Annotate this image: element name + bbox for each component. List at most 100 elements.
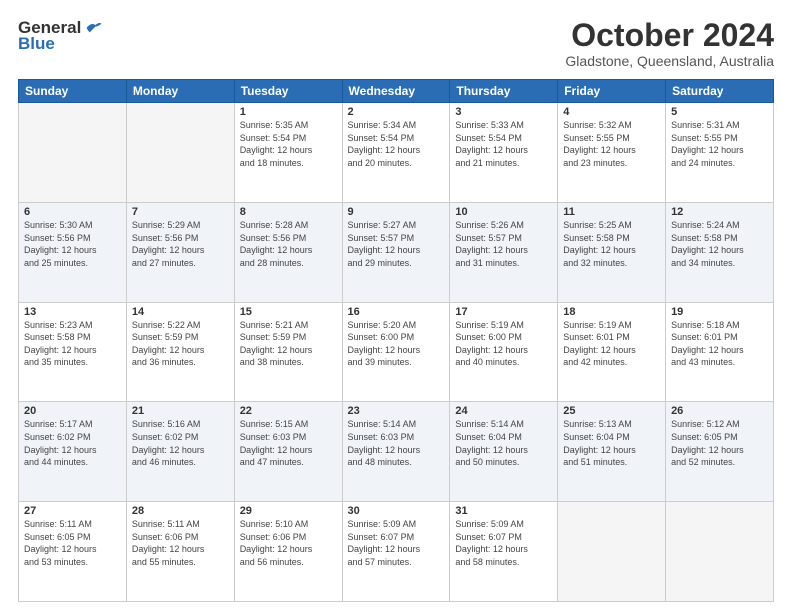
calendar-cell: 25Sunrise: 5:13 AM Sunset: 6:04 PM Dayli… <box>558 402 666 502</box>
day-number: 5 <box>671 106 768 118</box>
calendar-cell: 2Sunrise: 5:34 AM Sunset: 5:54 PM Daylig… <box>342 103 450 203</box>
calendar-cell: 4Sunrise: 5:32 AM Sunset: 5:55 PM Daylig… <box>558 103 666 203</box>
day-info: Sunrise: 5:35 AM Sunset: 5:54 PM Dayligh… <box>240 119 337 169</box>
day-number: 23 <box>348 405 445 417</box>
day-info: Sunrise: 5:33 AM Sunset: 5:54 PM Dayligh… <box>455 119 552 169</box>
calendar-cell: 19Sunrise: 5:18 AM Sunset: 6:01 PM Dayli… <box>666 302 774 402</box>
calendar-cell <box>126 103 234 203</box>
day-number: 7 <box>132 206 229 218</box>
calendar-cell: 13Sunrise: 5:23 AM Sunset: 5:58 PM Dayli… <box>19 302 127 402</box>
calendar-cell: 28Sunrise: 5:11 AM Sunset: 6:06 PM Dayli… <box>126 502 234 602</box>
calendar-cell: 27Sunrise: 5:11 AM Sunset: 6:05 PM Dayli… <box>19 502 127 602</box>
day-info: Sunrise: 5:12 AM Sunset: 6:05 PM Dayligh… <box>671 418 768 468</box>
calendar-cell: 29Sunrise: 5:10 AM Sunset: 6:06 PM Dayli… <box>234 502 342 602</box>
day-number: 29 <box>240 505 337 517</box>
day-number: 30 <box>348 505 445 517</box>
day-number: 16 <box>348 306 445 318</box>
location-title: Gladstone, Queensland, Australia <box>565 53 774 69</box>
day-info: Sunrise: 5:16 AM Sunset: 6:02 PM Dayligh… <box>132 418 229 468</box>
calendar-cell: 3Sunrise: 5:33 AM Sunset: 5:54 PM Daylig… <box>450 103 558 203</box>
calendar-cell: 18Sunrise: 5:19 AM Sunset: 6:01 PM Dayli… <box>558 302 666 402</box>
calendar-cell: 26Sunrise: 5:12 AM Sunset: 6:05 PM Dayli… <box>666 402 774 502</box>
weekday-header-sunday: Sunday <box>19 80 127 103</box>
page: General Blue October 2024 Gladstone, Que… <box>0 0 792 612</box>
logo-bird-icon <box>85 19 103 37</box>
calendar-cell <box>666 502 774 602</box>
day-number: 10 <box>455 206 552 218</box>
day-info: Sunrise: 5:17 AM Sunset: 6:02 PM Dayligh… <box>24 418 121 468</box>
calendar-cell: 21Sunrise: 5:16 AM Sunset: 6:02 PM Dayli… <box>126 402 234 502</box>
day-number: 12 <box>671 206 768 218</box>
day-info: Sunrise: 5:30 AM Sunset: 5:56 PM Dayligh… <box>24 219 121 269</box>
day-info: Sunrise: 5:14 AM Sunset: 6:03 PM Dayligh… <box>348 418 445 468</box>
day-info: Sunrise: 5:09 AM Sunset: 6:07 PM Dayligh… <box>455 518 552 568</box>
day-number: 25 <box>563 405 660 417</box>
logo: General Blue <box>18 18 103 54</box>
day-number: 26 <box>671 405 768 417</box>
day-info: Sunrise: 5:09 AM Sunset: 6:07 PM Dayligh… <box>348 518 445 568</box>
day-info: Sunrise: 5:23 AM Sunset: 5:58 PM Dayligh… <box>24 319 121 369</box>
calendar-cell: 7Sunrise: 5:29 AM Sunset: 5:56 PM Daylig… <box>126 202 234 302</box>
day-info: Sunrise: 5:15 AM Sunset: 6:03 PM Dayligh… <box>240 418 337 468</box>
day-number: 2 <box>348 106 445 118</box>
weekday-header-tuesday: Tuesday <box>234 80 342 103</box>
day-number: 4 <box>563 106 660 118</box>
day-info: Sunrise: 5:11 AM Sunset: 6:06 PM Dayligh… <box>132 518 229 568</box>
logo-blue: Blue <box>18 34 55 53</box>
calendar-cell: 6Sunrise: 5:30 AM Sunset: 5:56 PM Daylig… <box>19 202 127 302</box>
weekday-header-thursday: Thursday <box>450 80 558 103</box>
calendar-cell: 22Sunrise: 5:15 AM Sunset: 6:03 PM Dayli… <box>234 402 342 502</box>
calendar-cell: 16Sunrise: 5:20 AM Sunset: 6:00 PM Dayli… <box>342 302 450 402</box>
day-number: 20 <box>24 405 121 417</box>
day-number: 14 <box>132 306 229 318</box>
day-info: Sunrise: 5:13 AM Sunset: 6:04 PM Dayligh… <box>563 418 660 468</box>
day-info: Sunrise: 5:10 AM Sunset: 6:06 PM Dayligh… <box>240 518 337 568</box>
header: General Blue October 2024 Gladstone, Que… <box>18 18 774 69</box>
day-info: Sunrise: 5:14 AM Sunset: 6:04 PM Dayligh… <box>455 418 552 468</box>
weekday-header-saturday: Saturday <box>666 80 774 103</box>
day-info: Sunrise: 5:19 AM Sunset: 6:01 PM Dayligh… <box>563 319 660 369</box>
day-info: Sunrise: 5:18 AM Sunset: 6:01 PM Dayligh… <box>671 319 768 369</box>
calendar-cell: 12Sunrise: 5:24 AM Sunset: 5:58 PM Dayli… <box>666 202 774 302</box>
day-info: Sunrise: 5:32 AM Sunset: 5:55 PM Dayligh… <box>563 119 660 169</box>
day-info: Sunrise: 5:20 AM Sunset: 6:00 PM Dayligh… <box>348 319 445 369</box>
day-number: 27 <box>24 505 121 517</box>
day-number: 18 <box>563 306 660 318</box>
day-info: Sunrise: 5:34 AM Sunset: 5:54 PM Dayligh… <box>348 119 445 169</box>
day-info: Sunrise: 5:22 AM Sunset: 5:59 PM Dayligh… <box>132 319 229 369</box>
calendar-cell: 31Sunrise: 5:09 AM Sunset: 6:07 PM Dayli… <box>450 502 558 602</box>
day-number: 24 <box>455 405 552 417</box>
calendar-cell: 5Sunrise: 5:31 AM Sunset: 5:55 PM Daylig… <box>666 103 774 203</box>
day-info: Sunrise: 5:11 AM Sunset: 6:05 PM Dayligh… <box>24 518 121 568</box>
calendar-cell: 23Sunrise: 5:14 AM Sunset: 6:03 PM Dayli… <box>342 402 450 502</box>
day-number: 21 <box>132 405 229 417</box>
day-number: 22 <box>240 405 337 417</box>
day-info: Sunrise: 5:31 AM Sunset: 5:55 PM Dayligh… <box>671 119 768 169</box>
day-number: 17 <box>455 306 552 318</box>
weekday-header-wednesday: Wednesday <box>342 80 450 103</box>
day-info: Sunrise: 5:21 AM Sunset: 5:59 PM Dayligh… <box>240 319 337 369</box>
day-number: 28 <box>132 505 229 517</box>
calendar-cell: 8Sunrise: 5:28 AM Sunset: 5:56 PM Daylig… <box>234 202 342 302</box>
day-number: 19 <box>671 306 768 318</box>
calendar-cell: 17Sunrise: 5:19 AM Sunset: 6:00 PM Dayli… <box>450 302 558 402</box>
day-number: 31 <box>455 505 552 517</box>
calendar-cell: 1Sunrise: 5:35 AM Sunset: 5:54 PM Daylig… <box>234 103 342 203</box>
calendar-cell: 20Sunrise: 5:17 AM Sunset: 6:02 PM Dayli… <box>19 402 127 502</box>
day-info: Sunrise: 5:27 AM Sunset: 5:57 PM Dayligh… <box>348 219 445 269</box>
day-number: 1 <box>240 106 337 118</box>
calendar-cell <box>19 103 127 203</box>
day-number: 9 <box>348 206 445 218</box>
logo-blue-text: Blue <box>18 34 55 54</box>
day-info: Sunrise: 5:25 AM Sunset: 5:58 PM Dayligh… <box>563 219 660 269</box>
day-number: 13 <box>24 306 121 318</box>
day-number: 3 <box>455 106 552 118</box>
calendar-table: SundayMondayTuesdayWednesdayThursdayFrid… <box>18 79 774 602</box>
calendar-cell: 24Sunrise: 5:14 AM Sunset: 6:04 PM Dayli… <box>450 402 558 502</box>
day-number: 11 <box>563 206 660 218</box>
calendar-cell: 15Sunrise: 5:21 AM Sunset: 5:59 PM Dayli… <box>234 302 342 402</box>
calendar-cell: 10Sunrise: 5:26 AM Sunset: 5:57 PM Dayli… <box>450 202 558 302</box>
day-info: Sunrise: 5:19 AM Sunset: 6:00 PM Dayligh… <box>455 319 552 369</box>
calendar-cell: 30Sunrise: 5:09 AM Sunset: 6:07 PM Dayli… <box>342 502 450 602</box>
calendar-cell: 9Sunrise: 5:27 AM Sunset: 5:57 PM Daylig… <box>342 202 450 302</box>
